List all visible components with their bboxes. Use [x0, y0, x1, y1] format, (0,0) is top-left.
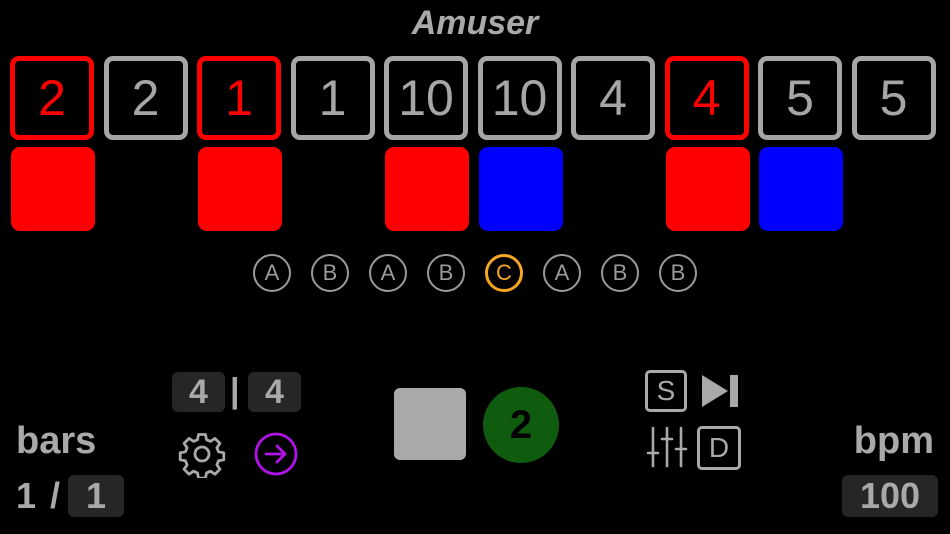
step-button[interactable]: 10	[477, 56, 562, 140]
count-badge[interactable]: 2	[483, 387, 559, 463]
pad-button[interactable]	[759, 147, 843, 231]
step-button[interactable]: 1	[290, 56, 375, 140]
step-row: 2 2 1 1 10 10 4 4 5 5	[10, 56, 940, 140]
app-title: Amuser	[411, 4, 539, 42]
step-button[interactable]: 4	[664, 56, 749, 140]
section-button[interactable]: B	[659, 254, 697, 292]
time-signature-separator: |	[230, 372, 240, 410]
mixer-sliders-icon[interactable]	[645, 425, 689, 469]
section-button[interactable]: A	[543, 254, 581, 292]
section-button[interactable]: B	[311, 254, 349, 292]
section-button[interactable]: B	[427, 254, 465, 292]
step-button[interactable]: 2	[10, 56, 94, 140]
bars-label: bars	[16, 420, 97, 462]
d-button[interactable]: D	[697, 426, 741, 470]
step-button[interactable]: 5	[851, 56, 936, 140]
gear-icon[interactable]	[178, 430, 226, 480]
s-button[interactable]: S	[645, 370, 687, 412]
skip-forward-icon[interactable]	[700, 374, 740, 408]
step-button[interactable]: 1	[197, 56, 281, 140]
bars-counter: 1 / 1	[16, 475, 125, 517]
section-button[interactable]: A	[369, 254, 407, 292]
bars-total-field[interactable]: 1	[68, 475, 125, 517]
step-button[interactable]: 5	[758, 56, 842, 140]
stop-button[interactable]	[394, 388, 466, 460]
pad-button[interactable]	[385, 147, 469, 231]
step-button[interactable]: 2	[103, 56, 188, 140]
pad-button[interactable]	[478, 147, 563, 231]
pad-button[interactable]	[665, 147, 750, 231]
section-button[interactable]: C	[485, 254, 523, 292]
arrow-right-circle-icon[interactable]	[253, 431, 299, 477]
bars-current: 1	[16, 475, 37, 516]
step-button[interactable]: 10	[384, 56, 468, 140]
step-button[interactable]: 4	[571, 56, 655, 140]
bars-separator: /	[50, 475, 61, 516]
section-button[interactable]: B	[601, 254, 639, 292]
pad-button[interactable]	[198, 147, 282, 231]
time-signature-denominator[interactable]: 4	[248, 372, 301, 412]
pad-button[interactable]	[11, 147, 95, 231]
bpm-field[interactable]: 100	[842, 475, 938, 517]
time-signature-numerator[interactable]: 4	[172, 372, 225, 412]
section-button[interactable]: A	[253, 254, 291, 292]
bpm-label: bpm	[853, 420, 934, 462]
